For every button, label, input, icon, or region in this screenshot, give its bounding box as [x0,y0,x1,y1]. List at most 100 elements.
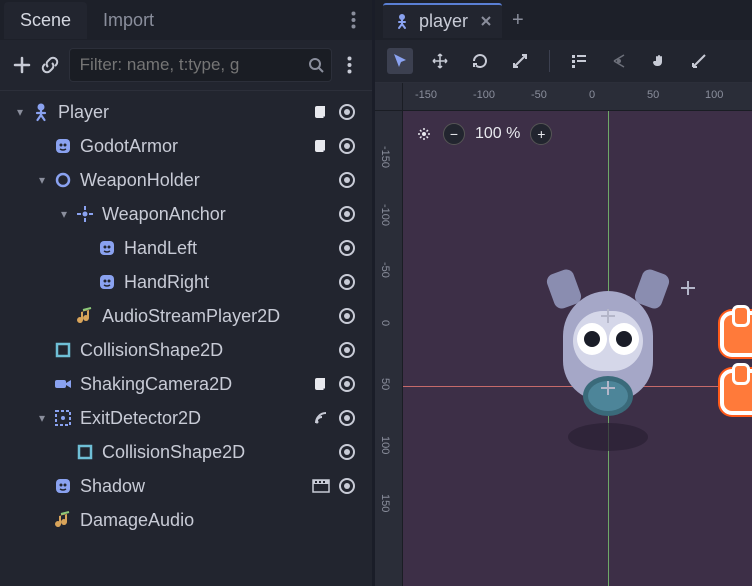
ruler-tool[interactable] [686,48,712,74]
tree-node-badges [338,443,360,461]
tree-node-weaponanchor[interactable]: ▾ WeaponAnchor [8,197,364,231]
script-icon[interactable] [312,103,330,121]
visible-icon[interactable] [338,273,356,291]
expand-icon[interactable]: ▾ [12,105,28,119]
scene-dock: Scene Import ▾ Player GodotArmor▾WeaponHol… [0,0,372,586]
visible-icon[interactable] [338,443,356,461]
ruler-tick: -100 [379,204,391,226]
tab-import[interactable]: Import [87,2,170,39]
tree-node-damageaudio[interactable]: DamageAudio [8,503,364,537]
visible-icon[interactable] [338,171,356,189]
tree-node-handright[interactable]: HandRight [8,265,364,299]
tree-node-label: WeaponAnchor [102,204,338,225]
zoom-level-label[interactable]: 100 % [475,125,520,143]
tree-node-badges [338,273,360,291]
tree-node-label: Player [58,102,312,123]
visible-icon[interactable] [338,205,356,223]
node2d-icon [52,169,74,191]
canvas-2d[interactable]: − 100 % + [403,111,752,586]
view-options-icon[interactable] [415,125,433,143]
expand-icon[interactable]: ▾ [34,411,50,425]
add-tab-button[interactable]: + [502,9,534,32]
tree-node-badges [312,409,360,427]
script-icon[interactable] [312,137,330,155]
visible-icon[interactable] [338,477,356,495]
player-sprite-preview[interactable] [528,241,688,441]
tree-node-badges [338,205,360,223]
zoom-out-button[interactable]: − [443,123,465,145]
sprite-icon [52,475,74,497]
ruler-corner [375,83,403,111]
tree-node-exitdetector2d[interactable]: ▾ExitDetector2D [8,401,364,435]
collision-icon [52,339,74,361]
scene-more-menu-icon[interactable] [340,51,360,79]
ruler-tick: -150 [415,89,437,101]
tree-node-audiostreamplayer2d[interactable]: AudioStreamPlayer2D [8,299,364,333]
tree-node-player[interactable]: ▾ Player [8,95,364,129]
signal-icon[interactable] [312,409,330,427]
canvas-toolbar [375,40,752,83]
tree-node-shadow[interactable]: Shadow [8,469,364,503]
tree-node-label: CollisionShape2D [102,442,338,463]
script-icon[interactable] [312,375,330,393]
visible-icon[interactable] [338,239,356,257]
sprite-icon [96,237,118,259]
ruler-tick: 50 [379,378,391,390]
ruler-tick: -50 [531,89,547,101]
move-tool[interactable] [427,48,453,74]
tree-node-weaponholder[interactable]: ▾WeaponHolder [8,163,364,197]
tree-node-collisionshape2d[interactable]: CollisionShape2D [8,333,364,367]
tree-node-collisionshape2d[interactable]: CollisionShape2D [8,435,364,469]
zoom-in-button[interactable]: + [530,123,552,145]
tree-node-label: DamageAudio [80,510,356,531]
tree-node-label: HandRight [124,272,338,293]
add-node-button[interactable] [12,51,32,79]
editor-tab-player[interactable]: player [383,3,502,38]
expand-icon[interactable]: ▾ [56,207,72,221]
viewport: -150-100-50050100 -150-100-50050100150 −… [375,83,752,586]
audio-icon [52,509,74,531]
visible-icon[interactable] [338,103,356,121]
tree-node-handleft[interactable]: HandLeft [8,231,364,265]
tree-node-godotarmor[interactable]: GodotArmor [8,129,364,163]
audio-icon [74,305,96,327]
scale-tool[interactable] [507,48,533,74]
lock-tool[interactable] [606,48,632,74]
rotate-tool[interactable] [467,48,493,74]
tab-scene[interactable]: Scene [4,2,87,39]
tree-node-badges [338,307,360,325]
tree-node-label: CollisionShape2D [80,340,338,361]
tree-node-badges [338,171,360,189]
transform-gizmo[interactable] [683,283,693,293]
anim-icon[interactable] [312,477,330,495]
visible-icon[interactable] [338,137,356,155]
editor-tab-label: player [419,11,468,32]
visible-icon[interactable] [338,341,356,359]
link-scene-button[interactable] [40,51,60,79]
ruler-tick: 0 [589,89,595,101]
visible-icon[interactable] [338,409,356,427]
visible-icon[interactable] [338,307,356,325]
character-icon [30,101,52,123]
tree-node-shakingcamera2d[interactable]: ShakingCamera2D [8,367,364,401]
visible-icon[interactable] [338,375,356,393]
pan-tool[interactable] [646,48,672,74]
transform-gizmo[interactable] [603,383,613,393]
collision-icon [74,441,96,463]
tree-node-badges [312,477,360,495]
transform-gizmo[interactable] [603,311,613,321]
camera-icon [52,373,74,395]
tree-node-label: Shadow [80,476,312,497]
select-tool[interactable] [387,48,413,74]
ruler-tick: 0 [379,320,391,326]
sprite-icon [96,271,118,293]
ruler-tick: -100 [473,89,495,101]
tree-node-label: AudioStreamPlayer2D [102,306,338,327]
close-tab-icon[interactable] [480,15,492,27]
filter-nodes-input[interactable] [69,48,332,82]
ruler-tick: 150 [379,494,391,512]
scene-tree: ▾PlayerGodotArmor▾WeaponHolder▾WeaponAnc… [0,91,372,586]
scene-dock-menu-icon[interactable] [339,3,368,37]
expand-icon[interactable]: ▾ [34,173,50,187]
selectable-list-tool[interactable] [566,48,592,74]
